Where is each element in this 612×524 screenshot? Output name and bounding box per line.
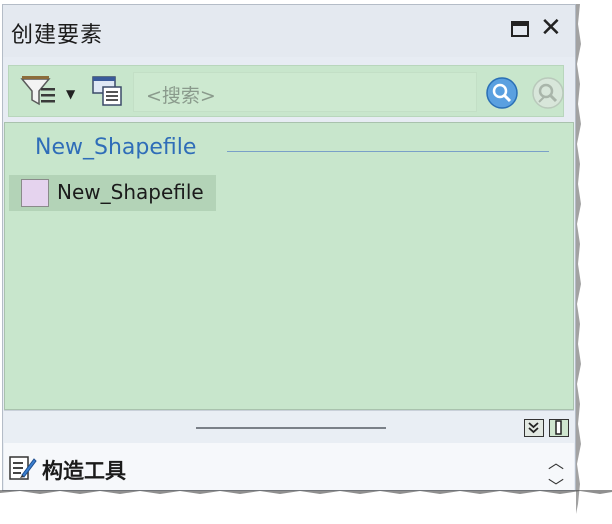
template-item-label: New_Shapefile [57,180,204,204]
clear-search-icon[interactable] [531,76,565,114]
close-button[interactable]: ✕ [540,13,562,43]
create-features-panel: 创建要素 ✕ ▼ <搜索> ▼ [2,4,576,491]
construction-tools-icon [8,453,38,487]
panel-title: 创建要素 [11,23,104,48]
construction-tools-label: 构造工具 [42,459,126,483]
scroll-down-icon[interactable]: ﹀ [548,473,564,490]
construction-tools-section: 构造工具 ︿ ﹀ [4,443,574,490]
chevron-down-icon[interactable]: ▼ [66,87,75,101]
torn-edge-bottom [0,490,612,494]
symbol-swatch [21,179,49,207]
template-item-new-shapefile[interactable]: New_Shapefile [9,175,216,211]
group-divider [227,151,549,152]
panel-toggle-icon[interactable] [549,419,569,437]
template-toolbar: ▼ <搜索> ▼ [8,65,564,117]
filter-icon[interactable] [19,74,63,114]
maximize-icon[interactable] [511,21,529,37]
title-bar: 创建要素 ✕ [3,5,575,57]
search-icon[interactable] [485,76,519,114]
pane-splitter[interactable] [4,410,574,443]
expand-down-icon[interactable] [524,419,544,437]
template-list: New_Shapefile New_Shapefile [4,122,574,410]
splitter-grip[interactable] [196,427,386,429]
layer-group-header: New_Shapefile [35,135,197,160]
scroll-up-icon[interactable]: ︿ [548,449,564,473]
torn-edge-right [576,4,581,514]
list-view-icon[interactable] [89,74,125,114]
search-input[interactable]: <搜索> ▼ [133,72,477,112]
search-placeholder: <搜索> [146,85,216,107]
